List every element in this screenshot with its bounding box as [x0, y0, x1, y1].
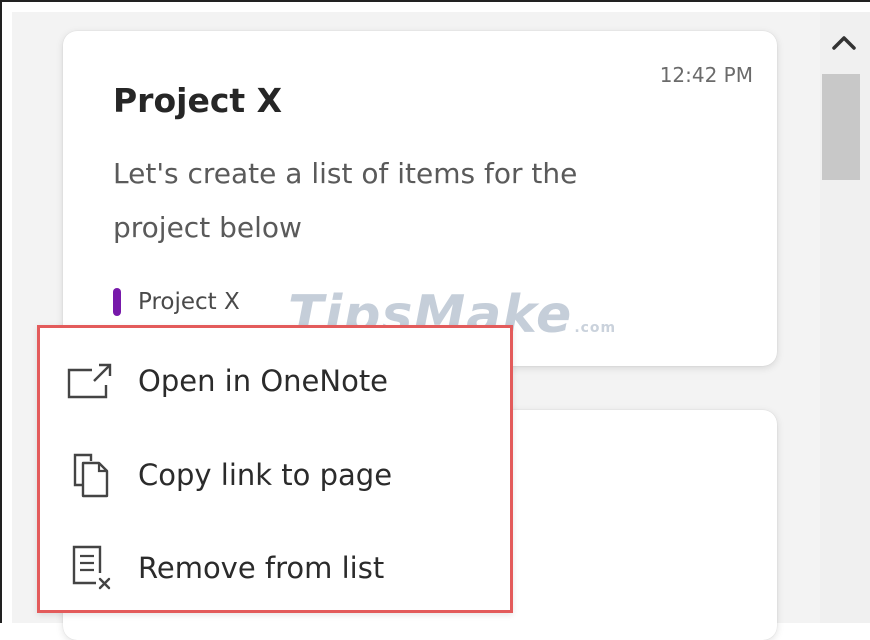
copy-icon	[66, 450, 116, 500]
note-snippet: Let's create a list of items for the pro…	[113, 157, 578, 244]
section-tag: Project X	[113, 286, 240, 318]
watermark-suffix: .com	[574, 320, 617, 336]
menu-item-copy-link[interactable]: Copy link to page	[40, 430, 510, 520]
note-title: Project X	[113, 81, 283, 120]
open-external-icon	[66, 356, 116, 406]
remove-list-icon	[66, 543, 116, 593]
scrollbar-thumb[interactable]	[822, 74, 860, 180]
context-menu: Open in OneNote Copy link to page Remove…	[37, 325, 513, 613]
menu-item-label: Copy link to page	[138, 458, 393, 492]
menu-item-open-in-onenote[interactable]: Open in OneNote	[40, 336, 510, 426]
menu-item-remove-from-list[interactable]: Remove from list	[40, 523, 510, 613]
menu-item-label: Open in OneNote	[138, 364, 389, 398]
menu-item-label: Remove from list	[138, 551, 385, 585]
note-timestamp: 12:42 PM	[659, 63, 753, 87]
section-color-bar	[113, 288, 121, 316]
chevron-up-icon[interactable]	[830, 28, 858, 56]
section-tag-label: Project X	[138, 289, 240, 315]
